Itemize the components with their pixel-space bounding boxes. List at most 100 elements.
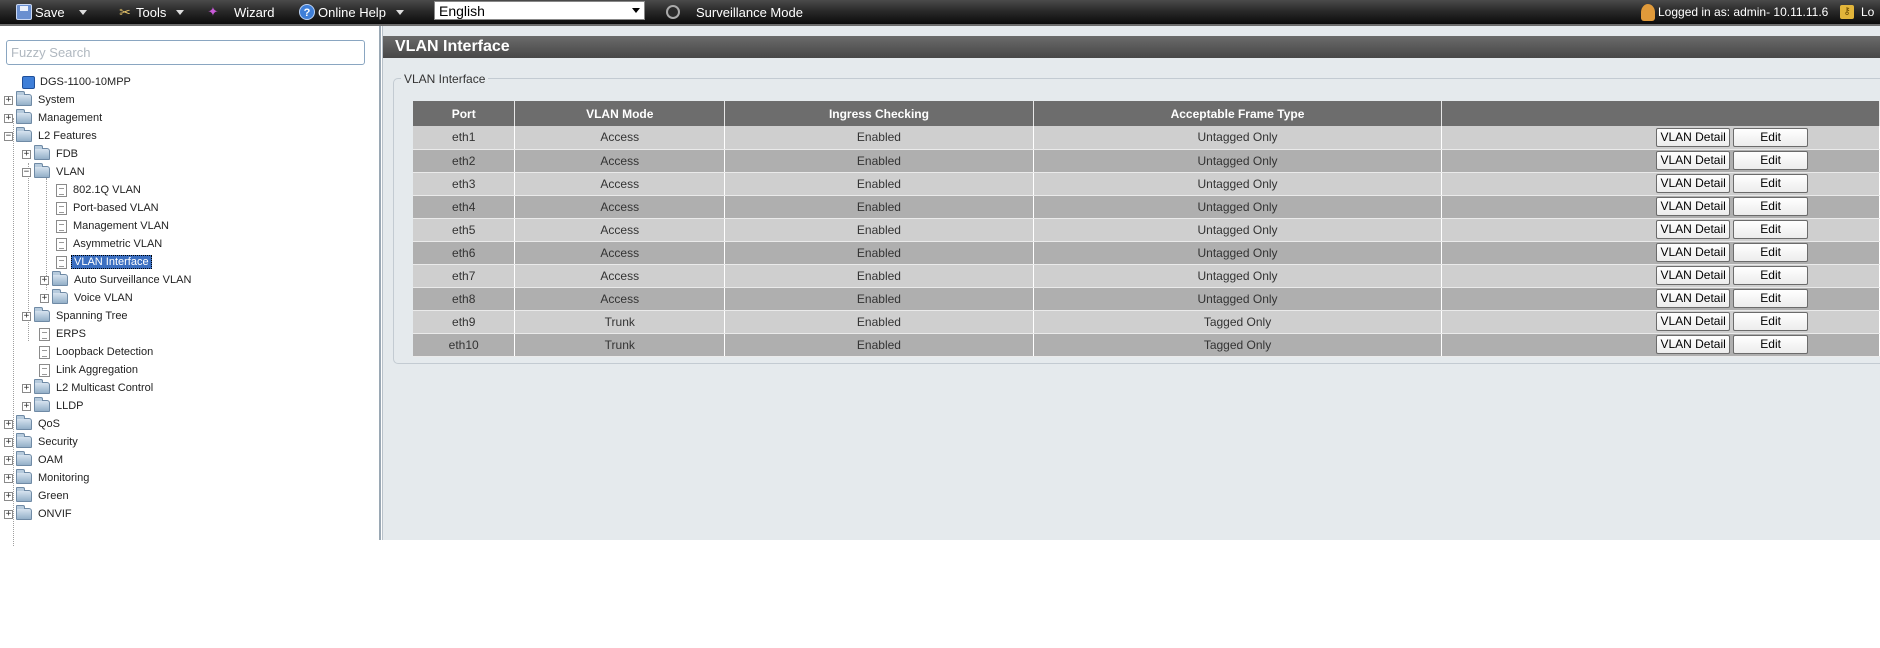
tree-label: VLAN [56,166,85,178]
expand-plus-icon[interactable]: + [4,419,13,429]
tree-item-port-based-vlan[interactable]: Port-based VLAN [56,199,161,217]
online-help-menu[interactable]: ? Online Help [299,0,386,24]
expand-plus-icon[interactable]: + [4,437,13,447]
vlan-detail-button[interactable]: VLAN Detail [1656,289,1731,308]
tree-item-system[interactable]: + System [4,91,77,109]
expand-plus-icon[interactable]: + [22,311,31,321]
tree-item-link-aggregation[interactable]: Link Aggregation [39,361,140,379]
tree-item-auto-surveillance-vlan[interactable]: + Auto Surveillance VLAN [40,271,193,289]
tools-dropdown-arrow[interactable] [176,0,184,24]
edit-button[interactable]: Edit [1733,151,1809,170]
edit-button[interactable]: Edit [1733,335,1809,354]
expand-plus-icon[interactable]: + [40,293,49,303]
folder-icon [16,415,32,430]
tree-item-security[interactable]: + Security [4,433,80,451]
tree-item-erps[interactable]: ERPS [39,325,88,343]
tree-item-loopback-detection[interactable]: Loopback Detection [39,343,155,361]
tree-device-root[interactable]: DGS-1100-10MPP [22,73,133,91]
edit-button[interactable]: Edit [1733,266,1809,285]
tools-menu[interactable]: ✂ Tools [117,0,166,24]
edit-button[interactable]: Edit [1733,127,1809,147]
tree-item-oam[interactable]: + OAM [4,451,65,469]
vlan-detail-button[interactable]: VLAN Detail [1656,243,1731,262]
expand-plus-icon[interactable]: + [4,113,13,123]
help-dropdown-arrow[interactable] [396,0,404,24]
tree-item-vlan[interactable]: − VLAN [22,163,87,181]
cell-vlan-mode: Access [514,241,726,265]
language-value: English [439,2,485,19]
search-input[interactable]: Fuzzy Search [6,40,365,65]
cell-vlan-mode: Access [514,172,726,196]
help-icon: ? [299,4,315,20]
expand-plus-icon[interactable]: + [4,95,13,105]
tree-item-l2-multicast-control[interactable]: + L2 Multicast Control [22,379,155,397]
vlan-detail-button[interactable]: VLAN Detail [1656,151,1731,170]
tree-item-monitoring[interactable]: + Monitoring [4,469,91,487]
table-row: eth1 Access Enabled Untagged Only VLAN D… [413,126,1880,150]
tree-item-onvif[interactable]: + ONVIF [4,505,74,523]
tree-item-qos[interactable]: + QoS [4,415,62,433]
cell-actions: VLAN Detail Edit [1441,287,1880,311]
edit-button[interactable]: Edit [1733,289,1809,308]
vlan-detail-button[interactable]: VLAN Detail [1656,266,1731,285]
table-row: eth4 Access Enabled Untagged Only VLAN D… [413,195,1880,219]
edit-button[interactable]: Edit [1733,174,1809,193]
tree-label: ERPS [56,328,86,340]
tree-item-management-vlan[interactable]: Management VLAN [56,217,171,235]
wizard-button[interactable]: ✦ Wizard [205,0,275,24]
expand-plus-icon[interactable]: + [4,509,13,519]
edit-button[interactable]: Edit [1733,312,1809,331]
expand-plus-icon[interactable]: + [22,383,31,393]
collapse-minus-icon[interactable]: − [4,131,13,141]
cell-ingress-checking: Enabled [724,172,1034,196]
vlan-detail-button[interactable]: VLAN Detail [1656,220,1731,239]
tree-label: System [38,94,75,106]
cell-ingress-checking: Enabled [724,195,1034,219]
tree-item-asymmetric-vlan[interactable]: Asymmetric VLAN [56,235,164,253]
vlan-detail-button[interactable]: VLAN Detail [1656,312,1731,331]
logout-button[interactable]: ⚷ Lo [1840,0,1874,24]
tree-item-voice-vlan[interactable]: + Voice VLAN [40,289,135,307]
tree-label: L2 Features [38,130,97,142]
expand-plus-icon[interactable]: + [40,275,49,285]
vlan-detail-button[interactable]: VLAN Detail [1656,174,1731,193]
tree-item-fdb[interactable]: + FDB [22,145,80,163]
surveillance-mode-button[interactable]: Surveillance Mode [666,0,803,24]
save-menu[interactable]: Save [16,0,65,24]
edit-button[interactable]: Edit [1733,220,1809,239]
cell-frame-type: Untagged Only [1033,241,1443,265]
vlan-detail-button[interactable]: VLAN Detail [1656,127,1731,147]
tree-item-l2-features[interactable]: − L2 Features [4,127,99,145]
vlan-detail-button[interactable]: VLAN Detail [1656,335,1731,354]
collapse-minus-icon[interactable]: − [22,167,31,177]
save-label: Save [35,4,65,20]
tree-item-spanning-tree[interactable]: + Spanning Tree [22,307,130,325]
language-select[interactable]: English [434,1,645,20]
wizard-icon: ✦ [207,4,219,19]
table-row: eth9 Trunk Enabled Tagged Only VLAN Deta… [413,310,1880,334]
folder-icon [34,379,50,394]
column-header-port: Port [413,101,516,126]
page-icon [56,183,67,197]
folder-open-icon [16,127,32,142]
tree-item-green[interactable]: + Green [4,487,71,505]
tree-item-8021q-vlan[interactable]: 802.1Q VLAN [56,181,143,199]
tree-item-management[interactable]: + Management [4,109,104,127]
save-dropdown-arrow[interactable] [79,0,87,24]
expand-plus-icon[interactable]: + [4,455,13,465]
folder-icon [16,451,32,466]
tree-item-lldp[interactable]: + LLDP [22,397,86,415]
edit-button[interactable]: Edit [1733,197,1809,216]
expand-plus-icon[interactable]: + [22,401,31,411]
expand-plus-icon[interactable]: + [22,149,31,159]
vlan-detail-button[interactable]: VLAN Detail [1656,197,1731,216]
edit-button[interactable]: Edit [1733,243,1809,262]
expand-plus-icon[interactable]: + [4,491,13,501]
column-header-actions [1441,101,1880,126]
tree-item-vlan-interface[interactable]: VLAN Interface [56,253,152,271]
tree-label: Link Aggregation [56,364,138,376]
folder-icon [52,271,68,286]
tree-label: Asymmetric VLAN [73,238,163,250]
expand-plus-icon[interactable]: + [4,473,13,483]
cell-vlan-mode: Trunk [514,333,726,357]
